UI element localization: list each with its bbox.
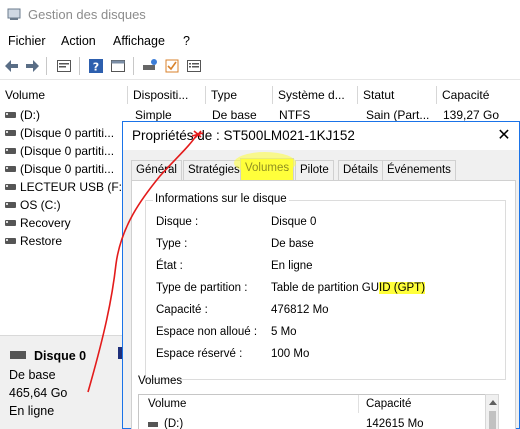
toolbar-separator	[133, 57, 134, 75]
prop-value-state: En ligne	[271, 260, 313, 272]
list-item[interactable]: Restore	[0, 232, 125, 250]
tab-pilote[interactable]: Pilote	[295, 160, 334, 180]
table-row-volume[interactable]: (D:)	[164, 418, 183, 429]
disk-icon[interactable]	[142, 58, 158, 74]
menu-bar: Fichier Action Affichage ?	[0, 30, 520, 52]
prop-value-capacity: 476812 Mo	[271, 304, 329, 316]
prop-value-type: De base	[271, 238, 314, 250]
tab-panel-volumes: Informations sur le disque Disque : Disq…	[131, 180, 516, 429]
close-icon[interactable]: ✕	[495, 127, 513, 145]
volume-list-header: Volume Dispositi... Type Système d... St…	[0, 86, 520, 104]
console-icon[interactable]	[110, 58, 126, 74]
dialog-title: Propriétés de : ST500LM021-1KJ152	[132, 128, 355, 143]
drive-icon	[5, 202, 16, 208]
toolbar: ?	[0, 52, 520, 80]
disk-info-panel[interactable]: Disque 0 De base 465,64 Go En ligne	[0, 335, 122, 429]
disk-name: Disque 0	[34, 349, 87, 363]
drive-icon	[5, 220, 16, 226]
prop-label-disk: Disque :	[156, 216, 199, 228]
tab-strategies[interactable]: Stratégies	[183, 160, 245, 180]
back-arrow-icon[interactable]	[4, 58, 20, 74]
prop-label-type: Type :	[156, 238, 188, 250]
list-item[interactable]: OS (C:)	[0, 196, 125, 214]
window-title: Gestion des disques	[28, 7, 146, 22]
drive-icon	[5, 112, 16, 118]
list-item[interactable]: (Disque 0 partiti...	[0, 124, 125, 142]
prop-label-reserved: Espace réservé :	[156, 348, 243, 360]
prop-value-reserved: 100 Mo	[271, 348, 310, 360]
scroll-up-icon[interactable]	[489, 400, 497, 405]
tab-volumes[interactable]: Volumes	[240, 158, 295, 180]
prop-value-partition-type: Table de partition GUID (GPT)	[271, 282, 426, 294]
check-icon[interactable]	[164, 58, 180, 74]
list-item[interactable]: (Disque 0 partiti...	[0, 160, 125, 178]
disk-info-group: Informations sur le disque Disque : Disq…	[145, 193, 506, 380]
volumes-table: Volume Capacité (D:) 142615 Mo	[138, 394, 491, 429]
drive-icon	[148, 422, 158, 427]
list-item[interactable]: (D:)	[0, 106, 125, 124]
drive-icon	[5, 166, 16, 172]
table-row-capacity[interactable]: 142615 Mo	[366, 418, 424, 429]
disk-icon	[10, 351, 26, 359]
column-status[interactable]: Statut	[358, 86, 437, 104]
menu-action[interactable]: Action	[61, 34, 96, 48]
column-capacity[interactable]: Capacité	[437, 86, 520, 104]
list-item[interactable]: (Disque 0 partiti...	[0, 142, 125, 160]
volumes-column-volume[interactable]: Volume	[148, 398, 186, 410]
properties-dialog: Propriétés de : ST500LM021-1KJ152 ✕ Géné…	[122, 121, 520, 429]
column-filesystem[interactable]: Système d...	[273, 86, 358, 104]
column-type[interactable]: Type	[206, 86, 273, 104]
volumes-column-capacity[interactable]: Capacité	[366, 398, 411, 410]
drive-icon	[5, 130, 16, 136]
list-item[interactable]: Recovery	[0, 214, 125, 232]
tab-strip: Général Stratégies Volumes Pilote Détail…	[131, 158, 516, 180]
disk-management-icon	[7, 8, 21, 20]
volumes-section-label: Volumes	[138, 375, 183, 387]
tab-events[interactable]: Événements	[382, 160, 456, 180]
menu-affichage[interactable]: Affichage	[113, 34, 165, 48]
dialog-titlebar[interactable]: Propriétés de : ST500LM021-1KJ152 ✕	[123, 122, 519, 150]
prop-label-capacity: Capacité :	[156, 304, 208, 316]
disk-status: En ligne	[9, 404, 55, 418]
toolbar-separator	[46, 57, 47, 75]
forward-arrow-icon[interactable]	[24, 58, 40, 74]
prop-value-disk: Disque 0	[271, 216, 317, 228]
disk-size: 465,64 Go	[9, 386, 68, 400]
help-icon[interactable]: ?	[88, 58, 104, 74]
menu-help[interactable]: ?	[183, 34, 190, 48]
highlighted-text: ID (GPT)	[379, 282, 426, 294]
disk-type: De base	[9, 368, 56, 382]
group-title: Informations sur le disque	[153, 193, 289, 205]
prop-label-unallocated: Espace non alloué :	[156, 326, 258, 338]
scroll-thumb[interactable]	[489, 411, 496, 429]
svg-text:?: ?	[93, 61, 99, 74]
prop-value-unallocated: 5 Mo	[271, 326, 297, 338]
prop-label-state: État :	[156, 260, 183, 272]
menu-fichier[interactable]: Fichier	[8, 34, 46, 48]
prop-label-partition-type: Type de partition :	[156, 282, 248, 294]
volumes-scrollbar[interactable]	[485, 394, 499, 429]
drive-icon	[5, 238, 16, 244]
toolbar-separator	[79, 57, 80, 75]
window-titlebar: Gestion des disques	[0, 0, 520, 30]
properties-icon[interactable]	[56, 58, 72, 74]
tab-details[interactable]: Détails	[338, 160, 384, 180]
column-volume[interactable]: Volume	[0, 86, 128, 104]
list-item[interactable]: LECTEUR USB (F:)	[0, 178, 126, 196]
volume-list: (D:) (Disque 0 partiti... (Disque 0 part…	[0, 106, 126, 250]
column-layout[interactable]: Dispositi...	[128, 86, 206, 104]
column-divider	[358, 395, 359, 413]
list-icon[interactable]	[186, 58, 202, 74]
drive-icon	[5, 148, 16, 154]
drive-icon	[5, 184, 16, 190]
tab-general[interactable]: Général	[131, 160, 182, 180]
